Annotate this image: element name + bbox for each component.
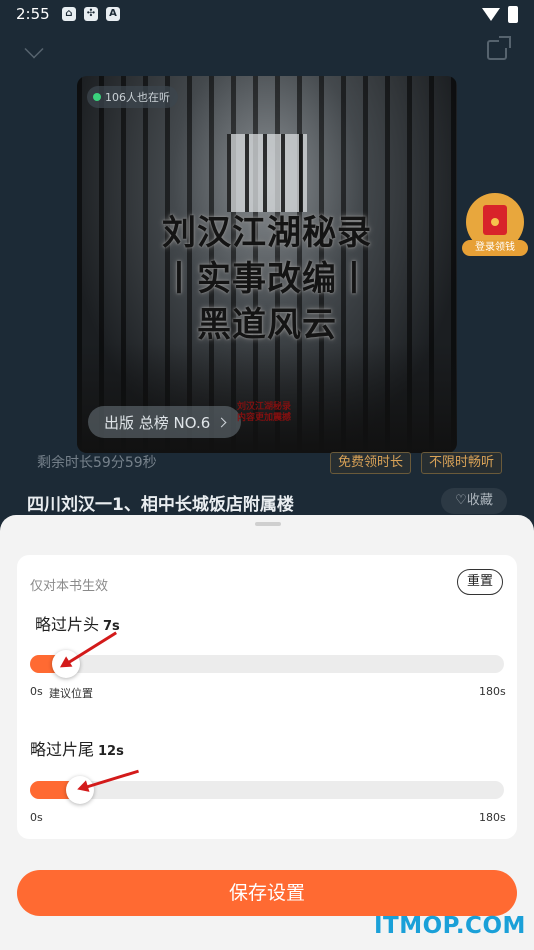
scope-hint: 仅对本书生效 xyxy=(30,579,109,594)
intro-slider[interactable] xyxy=(30,650,504,678)
intro-label-text: 略过片头 xyxy=(35,615,100,634)
unlimited-button[interactable]: 不限时畅听 xyxy=(421,452,503,474)
heart-plus-icon: ♡ xyxy=(455,493,467,508)
collect-button[interactable]: ♡收藏 xyxy=(441,488,507,514)
book-cover: 106人也在听 刘汉江湖秘录 丨实事改编丨 黑道风云 出版 总榜 NO.6 刘汉… xyxy=(77,76,457,453)
cover-title: 刘汉江湖秘录 丨实事改编丨 黑道风云 xyxy=(77,210,457,348)
reset-button[interactable]: 重置 xyxy=(457,569,503,595)
collect-label: 收藏 xyxy=(466,493,493,508)
red-packet-label: 登录领钱 xyxy=(462,240,528,256)
listeners-text: 106人也在听 xyxy=(105,91,170,104)
cover-window xyxy=(227,134,307,212)
chevron-right-icon xyxy=(216,417,227,427)
wifi-icon xyxy=(482,8,500,21)
listeners-badge: 106人也在听 xyxy=(87,86,178,108)
book-row: 四川刘汉一1、相中长城饭店附属楼 ♡收藏 xyxy=(0,488,534,516)
intro-suggest: 建议位置 xyxy=(49,687,93,700)
drag-handle[interactable] xyxy=(255,522,281,526)
cover-title-line: 黑道风云 xyxy=(197,305,337,345)
cover-note-line: 刘汉江湖秘录 xyxy=(237,402,292,412)
battery-icon xyxy=(508,6,518,23)
status-time: 2:55 xyxy=(16,5,50,23)
collapse-chevron-icon[interactable] xyxy=(24,39,44,59)
red-envelope-icon xyxy=(483,205,507,235)
watermark: ITMOP.COM xyxy=(374,913,526,939)
skip-settings-sheet: 仅对本书生效 重置 略过片头 7s 0s 建议位置 180s 略过片尾 12s 0s… xyxy=(0,515,534,950)
intro-max: 180s xyxy=(479,685,506,698)
notification-icons: ⌂ ✣ A xyxy=(62,7,120,21)
a-box-icon: A xyxy=(106,7,120,21)
outro-skip-label: 略过片尾 12s xyxy=(30,736,124,760)
intro-value: 7s xyxy=(103,619,120,634)
rank-badge[interactable]: 出版 总榜 NO.6 xyxy=(88,406,242,438)
remaining-time: 剩余时长59分59秒 xyxy=(37,455,157,471)
cover-note-line: 内容更加震撼 xyxy=(237,413,292,423)
red-packet-widget[interactable]: 登录领钱 xyxy=(462,193,528,259)
listening-dot-icon xyxy=(93,93,101,101)
free-time-button[interactable]: 免费领时长 xyxy=(330,452,412,474)
save-settings-button[interactable]: 保存设置 xyxy=(17,870,517,916)
share-icon[interactable] xyxy=(487,36,511,60)
cover-title-line: 丨实事改编丨 xyxy=(162,259,372,299)
remaining-row: 剩余时长59分59秒 免费领时长 不限时畅听 xyxy=(27,446,507,474)
outro-min: 0s xyxy=(30,811,43,824)
intro-skip-label: 略过片头 7s xyxy=(35,611,120,635)
status-bar: 2:55 ⌂ ✣ A xyxy=(0,0,534,30)
pinwheel-icon: ✣ xyxy=(84,7,98,21)
rank-text: 出版 总榜 NO.6 xyxy=(104,413,211,432)
system-icons xyxy=(482,6,518,23)
home-shield-icon: ⌂ xyxy=(62,7,76,21)
outro-value: 12s xyxy=(98,744,124,759)
book-title: 四川刘汉一1、相中长城饭店附属楼 xyxy=(27,495,294,515)
outro-label-text: 略过片尾 xyxy=(30,740,95,759)
settings-card: 仅对本书生效 重置 略过片头 7s 0s 建议位置 180s 略过片尾 12s 0s… xyxy=(17,555,517,839)
outro-max: 180s xyxy=(479,811,506,824)
cover-note: 刘汉江湖秘录 内容更加震撼 xyxy=(237,402,291,424)
cover-title-line: 刘汉江湖秘录 xyxy=(162,213,372,253)
intro-min: 0s xyxy=(30,685,43,698)
